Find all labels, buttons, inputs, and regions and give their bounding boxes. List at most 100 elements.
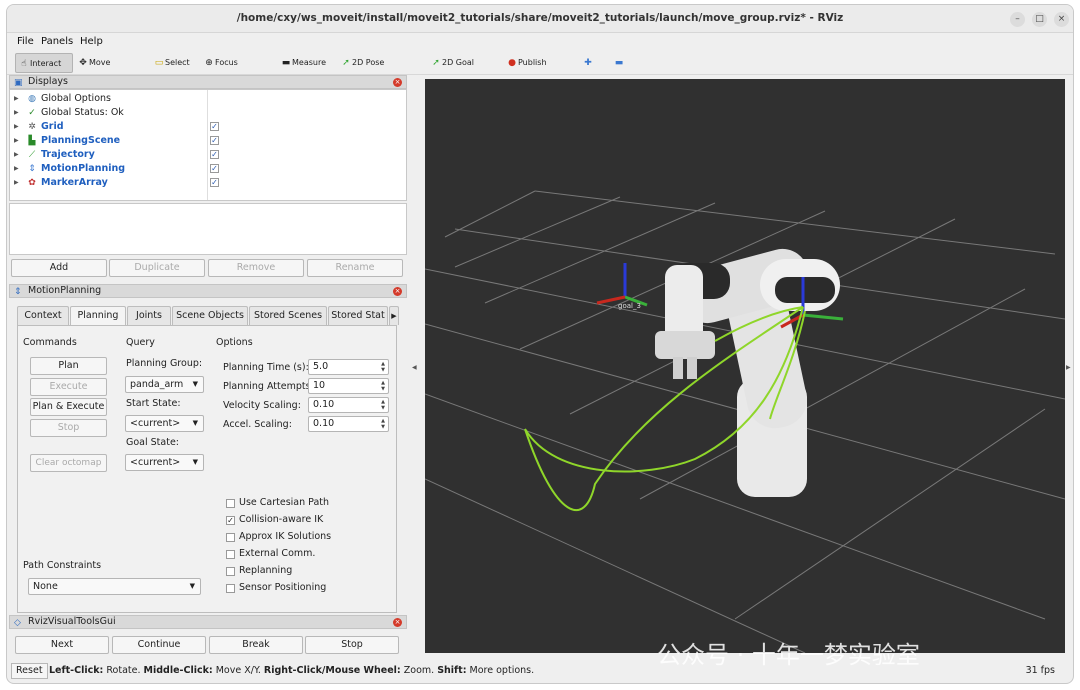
tree-label: Trajectory (41, 149, 95, 160)
planning-group-select[interactable]: panda_arm ▼ (125, 376, 204, 393)
goal-state-select[interactable]: <current> ▼ (125, 454, 204, 471)
menu-help[interactable]: Help (80, 36, 103, 47)
velocity-scaling-input[interactable]: 0.10 ▲ ▼ (308, 397, 389, 413)
tab-context[interactable]: Context (17, 306, 69, 325)
tree-row-global-status[interactable]: ▶ ✓ Global Status: Ok (10, 106, 406, 120)
next-button[interactable]: Next (15, 636, 109, 654)
close-button[interactable]: × (1054, 12, 1069, 27)
move-camera-tool[interactable]: ✥Move Camera (75, 53, 141, 87)
checkbox-box[interactable]: ✓ (226, 516, 235, 525)
expand-arrow-icon[interactable]: ▶ (14, 92, 19, 106)
goal-pose-tool[interactable]: ➚2D Goal Pose (428, 53, 492, 87)
publish-point-tool[interactable]: ●Publish Point (504, 53, 568, 87)
velocity-scaling-value: 0.10 (313, 399, 335, 410)
interact-tool[interactable]: ☝ Interact (15, 53, 73, 73)
goal-state-value: <current> (130, 457, 181, 468)
chevron-down-icon: ▼ (192, 419, 198, 427)
hint-zoom: Zoom. (400, 665, 438, 676)
tree-row-trajectory[interactable]: ▶ ⟋ Trajectory ✓ (10, 148, 406, 162)
path-constraints-select[interactable]: None ▼ (28, 578, 201, 595)
plan-execute-button[interactable]: Plan & Execute (30, 398, 107, 416)
tree-label: PlanningScene (41, 135, 121, 146)
planning-time-input[interactable]: 5.0 ▲ ▼ (308, 359, 389, 375)
display-checkbox[interactable]: ✓ (210, 178, 219, 187)
plus-icon: ✚ (584, 58, 592, 68)
duplicate-button[interactable]: Duplicate (109, 259, 205, 277)
tree-label: MotionPlanning (41, 163, 126, 174)
check-icon: ✓ (28, 108, 36, 118)
reset-button[interactable]: Reset (11, 663, 48, 679)
measure-tool[interactable]: ▬ Measure (278, 53, 328, 73)
pose-estimate-tool[interactable]: ➚2D Pose Estimate (338, 53, 418, 87)
minimize-button[interactable]: – (1010, 12, 1025, 27)
move-icon: ✥ (79, 58, 87, 68)
close-icon[interactable]: × (393, 78, 402, 87)
expand-arrow-icon[interactable]: ▶ (14, 148, 19, 162)
display-checkbox[interactable]: ✓ (210, 122, 219, 131)
robot-arm (655, 248, 840, 497)
maximize-button[interactable]: □ (1032, 12, 1047, 27)
measure-label: Measure (292, 58, 326, 67)
break-button[interactable]: Break (209, 636, 303, 654)
select-icon: ▭ (154, 58, 164, 68)
remove-button[interactable]: Remove (208, 259, 304, 277)
display-checkbox[interactable]: ✓ (210, 150, 219, 159)
planning-group-label: Planning Group: (126, 358, 203, 369)
tree-row-grid[interactable]: ▶ ✲ Grid ✓ (10, 120, 406, 134)
stop-button[interactable]: Stop (30, 419, 107, 437)
focus-camera-tool[interactable]: ⊕Focus Camera (201, 53, 267, 87)
collapse-right-icon[interactable]: ▶ (1066, 364, 1071, 371)
close-icon[interactable]: × (393, 618, 402, 627)
collapse-left-icon[interactable]: ◀ (412, 364, 417, 371)
menu-file[interactable]: File (17, 36, 34, 47)
query-heading: Query (126, 337, 155, 348)
start-state-select[interactable]: <current> ▼ (125, 415, 204, 432)
checkbox-box[interactable] (226, 567, 235, 576)
expand-arrow-icon[interactable]: ▶ (14, 162, 19, 176)
close-icon[interactable]: × (393, 287, 402, 296)
3d-viewport[interactable]: goal_3 (424, 79, 1066, 654)
expand-arrow-icon[interactable]: ▶ (14, 134, 19, 148)
spin-arrows-icon[interactable]: ▲ ▼ (379, 380, 387, 392)
tree-row-planningscene[interactable]: ▶ ▙ PlanningScene ✓ (10, 134, 406, 148)
continue-button[interactable]: Continue (112, 636, 206, 654)
display-checkbox[interactable]: ✓ (210, 136, 219, 145)
tree-row-markerarray[interactable]: ▶ ✿ MarkerArray ✓ (10, 176, 406, 190)
spin-arrows-icon[interactable]: ▲ ▼ (379, 361, 387, 373)
add-tool-button[interactable]: ✚ (580, 53, 594, 73)
tree-row-global-options[interactable]: ▶ ◍ Global Options (10, 92, 406, 106)
ruler-icon: ▬ (281, 58, 291, 68)
add-button[interactable]: Add (11, 259, 107, 277)
expand-arrow-icon[interactable]: ▶ (14, 120, 19, 134)
displays-panel-header: ▣ Displays × (9, 75, 407, 89)
accel-scaling-input[interactable]: 0.10 ▲ ▼ (308, 416, 389, 432)
plan-button[interactable]: Plan (30, 357, 107, 375)
rename-button[interactable]: Rename (307, 259, 403, 277)
checkbox-box[interactable] (226, 550, 235, 559)
select-tool[interactable]: ▭ Select (151, 53, 191, 73)
tab-stored-states[interactable]: Stored Stat (328, 306, 388, 325)
clear-octomap-button[interactable]: Clear octomap (30, 454, 107, 472)
tree-row-motionplanning[interactable]: ▶ ⇕ MotionPlanning ✓ (10, 162, 406, 176)
tab-stored-scenes[interactable]: Stored Scenes (249, 306, 327, 325)
tab-scene-objects[interactable]: Scene Objects (172, 306, 248, 325)
tab-scroll-right[interactable]: ▶ (389, 306, 399, 325)
tab-joints[interactable]: Joints (127, 306, 171, 325)
planning-attempts-input[interactable]: 10 ▲ ▼ (308, 378, 389, 394)
spin-arrows-icon[interactable]: ▲ ▼ (379, 399, 387, 411)
expand-arrow-icon[interactable]: ▶ (14, 106, 19, 120)
checkbox-box[interactable] (226, 499, 235, 508)
remove-tool-button[interactable]: ▬ (611, 53, 625, 73)
tree-label: Global Status: Ok (41, 107, 124, 118)
spin-arrows-icon[interactable]: ▲ ▼ (379, 418, 387, 430)
select-label: Select (165, 58, 190, 67)
execute-button[interactable]: Execute (30, 378, 107, 396)
expand-arrow-icon[interactable]: ▶ (14, 176, 19, 190)
display-checkbox[interactable]: ✓ (210, 164, 219, 173)
hint-rotate: Rotate. (103, 665, 144, 676)
tab-planning[interactable]: Planning (70, 306, 126, 326)
stop-visual-button[interactable]: Stop (305, 636, 399, 654)
checkbox-box[interactable] (226, 533, 235, 542)
menu-panels[interactable]: Panels (41, 36, 73, 47)
checkbox-box[interactable] (226, 584, 235, 593)
